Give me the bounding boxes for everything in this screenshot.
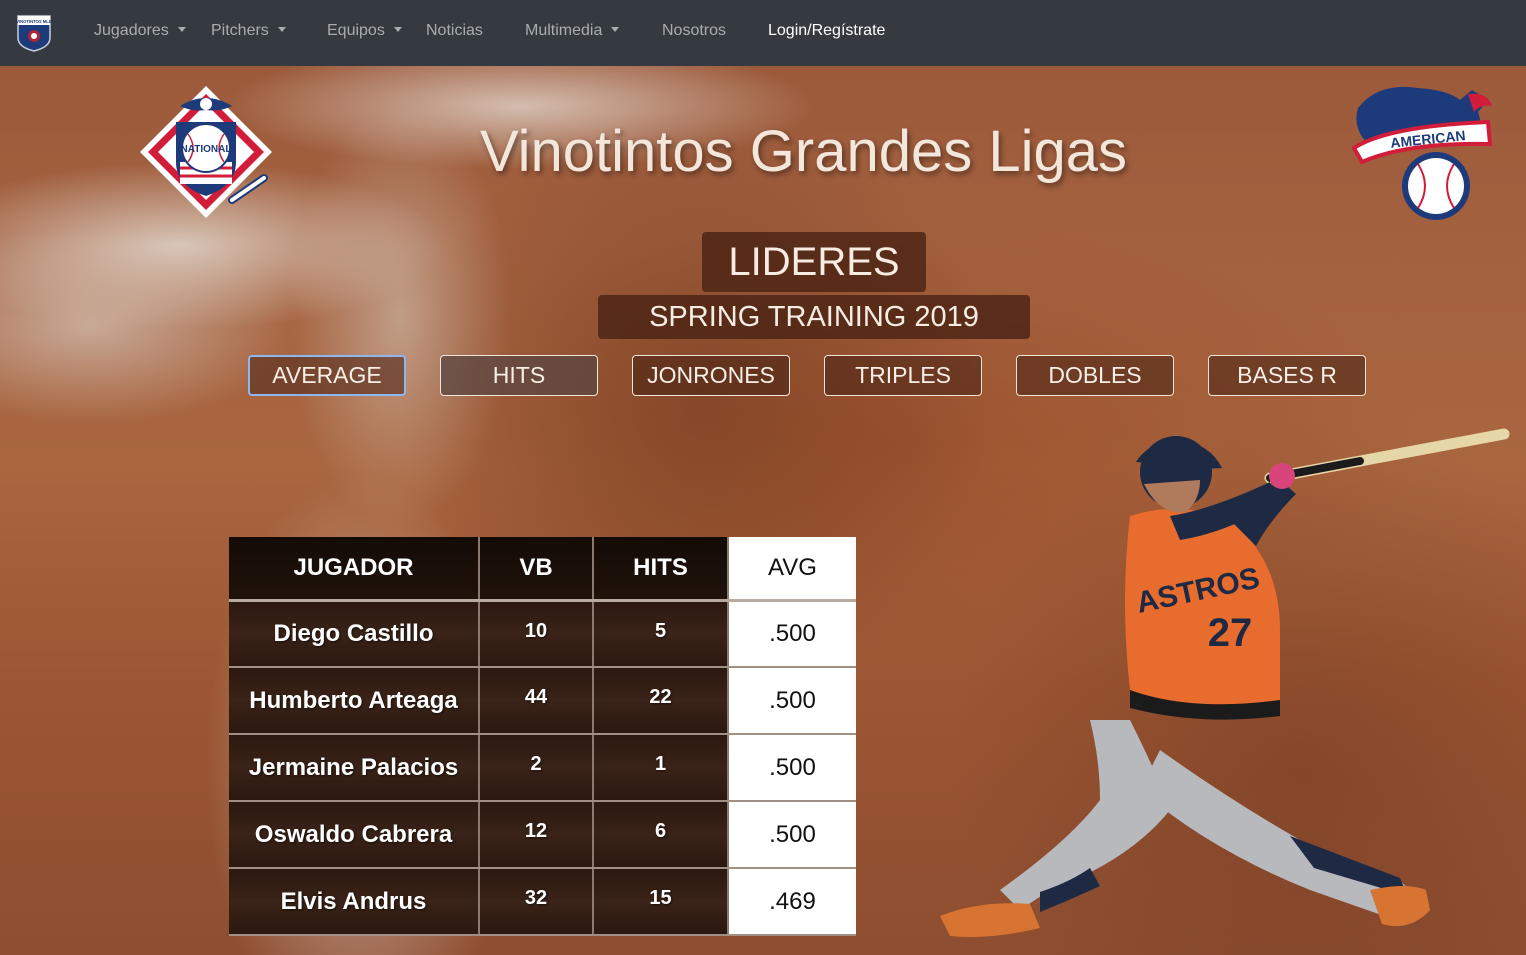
- vb-value: 32: [479, 868, 594, 936]
- nav-item-multimedia[interactable]: Multimedia: [525, 22, 620, 40]
- jersey-number: 27: [1208, 611, 1253, 655]
- table-row: Oswaldo Cabrera 12 6 .500: [229, 801, 856, 869]
- header-jugador[interactable]: JUGADOR: [229, 537, 480, 602]
- table-header-row: JUGADOR VB HITS AVG: [229, 537, 856, 602]
- tab-jonrones[interactable]: JONRONES: [632, 355, 790, 396]
- nav-item-pitchers-label: Pitchers: [211, 22, 269, 39]
- tab-dobles[interactable]: DOBLES: [1016, 355, 1174, 396]
- nav-item-equipos-label: Equipos: [327, 22, 385, 39]
- leaders-heading: LIDERES: [702, 232, 926, 292]
- tab-bases-r[interactable]: BASES R: [1208, 355, 1366, 396]
- hits-value: 5: [593, 600, 729, 668]
- header-avg[interactable]: AVG: [728, 537, 856, 602]
- header-vb[interactable]: VB: [479, 537, 594, 602]
- brand-logo-text: VINOTINTOS MLB: [16, 19, 52, 24]
- nav-item-multimedia-label: Multimedia: [525, 22, 603, 39]
- avg-value: .500: [728, 734, 856, 802]
- title-wrap: Vinotintos Grandes Ligas: [0, 118, 1526, 188]
- player-name[interactable]: Jermaine Palacios: [229, 734, 480, 802]
- tab-average[interactable]: AVERAGE: [248, 355, 406, 396]
- nav-item-nosotros-label: Nosotros: [662, 22, 727, 39]
- navbar: VINOTINTOS MLB Jugadores Pitchers Equipo…: [0, 0, 1526, 66]
- tab-triples[interactable]: TRIPLES: [824, 355, 982, 396]
- table-row: Diego Castillo 10 5 .500: [229, 600, 856, 668]
- vb-value: 10: [479, 600, 594, 668]
- nav-item-nosotros[interactable]: Nosotros: [662, 22, 726, 40]
- player-name[interactable]: Humberto Arteaga: [229, 667, 480, 735]
- avg-value: .500: [728, 667, 856, 735]
- vb-value: 12: [479, 801, 594, 869]
- player-name[interactable]: Diego Castillo: [229, 600, 480, 668]
- chevron-down-icon: [393, 27, 402, 32]
- nav-item-equipos[interactable]: Equipos: [327, 22, 402, 40]
- avg-value: .500: [728, 801, 856, 869]
- nav-item-noticias[interactable]: Noticias: [426, 22, 483, 40]
- vb-value: 44: [479, 667, 594, 735]
- nav-item-noticias-label: Noticias: [426, 22, 483, 39]
- hits-value: 22: [593, 667, 729, 735]
- nav-item-login[interactable]: Login/Regístrate: [768, 22, 885, 40]
- nav-item-jugadores[interactable]: Jugadores: [94, 22, 186, 40]
- chevron-down-icon: [177, 27, 186, 32]
- nav-item-pitchers[interactable]: Pitchers: [211, 22, 286, 40]
- player-name[interactable]: Elvis Andrus: [229, 868, 480, 936]
- table-row: Jermaine Palacios 2 1 .500: [229, 734, 856, 802]
- nav-item-jugadores-label: Jugadores: [94, 22, 169, 39]
- table-row: Elvis Andrus 32 15 .469: [229, 868, 856, 936]
- vb-value: 2: [479, 734, 594, 802]
- page-title: Vinotintos Grandes Ligas: [480, 119, 1128, 184]
- tab-hits[interactable]: HITS: [440, 355, 598, 396]
- avg-value: .500: [728, 600, 856, 668]
- player-name[interactable]: Oswaldo Cabrera: [229, 801, 480, 869]
- chevron-down-icon: [611, 27, 620, 32]
- hits-value: 6: [593, 801, 729, 869]
- leaders-table: JUGADOR VB HITS AVG Diego Castillo 10 5 …: [229, 537, 856, 936]
- header-hits[interactable]: HITS: [593, 537, 729, 602]
- player-image: ASTROS 27: [940, 428, 1510, 937]
- table-row: Humberto Arteaga 44 22 .500: [229, 667, 856, 735]
- season-heading: SPRING TRAINING 2019: [598, 295, 1030, 339]
- hits-value: 15: [593, 868, 729, 936]
- hits-value: 1: [593, 734, 729, 802]
- chevron-down-icon: [277, 27, 286, 32]
- brand-logo[interactable]: VINOTINTOS MLB: [16, 14, 52, 52]
- avg-value: .469: [728, 868, 856, 936]
